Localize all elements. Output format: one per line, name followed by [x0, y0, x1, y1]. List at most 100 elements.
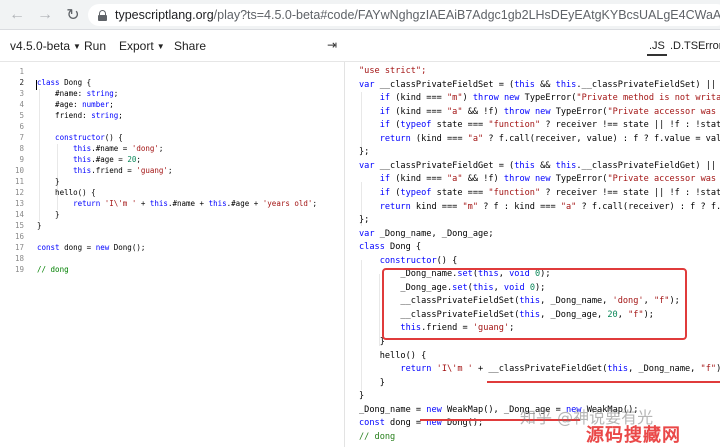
line-number: 17: [14, 243, 24, 252]
code-line: #name: string;: [37, 89, 118, 98]
code-token: throw: [472, 93, 499, 104]
code-token: TypeError(: [550, 106, 608, 117]
code-token: _Dong_name =: [359, 404, 427, 415]
code-token: _Dong_name, _Dong_age;: [374, 228, 494, 239]
run-button[interactable]: Run: [84, 39, 106, 53]
code-line: hello() {: [359, 351, 427, 361]
code-line: if (kind === "a" && !f) throw new TypeEr…: [359, 174, 720, 184]
line-number: 6: [19, 122, 24, 131]
export-label: Export: [119, 39, 154, 53]
code-token: +: [136, 199, 150, 208]
code-token: (: [390, 187, 401, 198]
code-token: __classPrivateFieldSet = (: [374, 79, 515, 90]
playground-toolbar: v4.5.0-beta ▼ Run Export ▼ Share ⇥ .JS .D.…: [0, 30, 720, 62]
code-token: if: [379, 106, 391, 117]
code-token: this: [149, 199, 168, 208]
tab-js[interactable]: .JS: [647, 40, 667, 56]
code-token: return: [400, 364, 432, 375]
code-token: // dong: [37, 265, 69, 274]
code-token: .#age =: [91, 155, 128, 164]
code-line: var _Dong_name, _Dong_age;: [359, 229, 494, 239]
code-token: ;: [136, 155, 141, 164]
code-line: hello() {: [37, 188, 96, 197]
code-token: ) + __classPrivateFieldGet(: [716, 364, 720, 374]
code-token: var: [359, 228, 375, 239]
line-number: 2: [19, 78, 24, 87]
code-line: }: [37, 177, 60, 186]
code-token: 'I\'m ': [104, 199, 137, 208]
code-line: // dong: [37, 265, 69, 274]
code-token: throw: [503, 174, 530, 185]
code-token: }: [359, 377, 385, 388]
code-token: var: [359, 79, 375, 90]
code-token: ;: [118, 111, 123, 120]
code-token: &&: [534, 160, 556, 171]
output-editor[interactable]: "use strict"; var __classPrivateFieldSet …: [346, 62, 720, 447]
code-token: ? f.call(receiver, value) : f ? f.value …: [488, 133, 720, 144]
code-token: class: [37, 78, 65, 87]
code-token: , _Dong_name,: [628, 364, 701, 375]
code-token: .#name +: [167, 199, 209, 208]
reload-icon[interactable]: ↻: [62, 4, 84, 26]
code-line: if (kind === "a" && !f) throw new TypeEr…: [359, 107, 720, 117]
line-number: 5: [19, 111, 24, 120]
code-token: return: [379, 201, 411, 212]
code-token: Dong {: [384, 242, 422, 253]
code-token: new: [503, 93, 520, 104]
code-token: TypeError(: [550, 174, 608, 185]
url-host: typescriptlang.org: [115, 8, 214, 22]
code-token: this: [73, 144, 92, 153]
code-line: };: [359, 147, 369, 157]
code-token: + __classPrivateFieldGet(: [472, 364, 608, 375]
line-number: 3: [19, 89, 24, 98]
code-token: return: [73, 199, 101, 208]
code-token: "a": [467, 133, 484, 144]
arrow-right-icon[interactable]: →: [34, 4, 56, 26]
code-line: };: [359, 215, 369, 225]
line-number: 18: [14, 254, 24, 263]
code-token: if: [379, 187, 391, 198]
code-line: return kind === "m" ? f : kind === "a" ?…: [359, 202, 720, 212]
address-bar[interactable]: typescriptlang.org/play?ts=4.5.0-beta#co…: [88, 4, 720, 26]
line-number: 10: [14, 166, 24, 175]
tab-errors[interactable]: Errors: [696, 40, 720, 52]
code-token: ;: [167, 166, 173, 175]
source-editor[interactable]: 1 2 3 4 5 6 7 8 9 10 11 12 13 14 15 16 17 18 19 class Dong …: [0, 62, 345, 447]
code-token: this: [208, 199, 227, 208]
code-token: "Private method is not writable": [576, 93, 720, 104]
code-token: new: [95, 243, 110, 252]
code-line: var __classPrivateFieldSet = (this && th…: [359, 80, 720, 90]
arrow-left-icon[interactable]: ←: [6, 4, 28, 26]
share-button[interactable]: Share: [174, 39, 206, 53]
code-token: __classPrivateFieldGet = (: [374, 160, 515, 171]
version-select[interactable]: v4.5.0-beta ▼: [10, 39, 81, 53]
export-menu[interactable]: Export ▼: [119, 39, 165, 53]
code-token: .#age +: [226, 199, 263, 208]
code-token: && !f): [462, 106, 504, 117]
code-line: }: [359, 337, 385, 347]
code-token: 'dong': [131, 144, 159, 153]
collapse-right-icon[interactable]: ⇥: [327, 38, 337, 52]
code-token: if: [379, 120, 391, 131]
code-token: constructor: [37, 133, 105, 142]
code-line: return 'I\'m ' + this.#name + this.#age …: [37, 199, 317, 208]
code-token: if: [379, 174, 391, 185]
code-token: }: [37, 221, 42, 230]
code-line: constructor() {: [359, 256, 458, 266]
code-token: new: [426, 404, 442, 415]
code-line: return 'I\'m ' + __classPrivateFieldGet(…: [359, 364, 720, 374]
code-line: "use strict";: [359, 66, 426, 76]
code-line: if (kind === "m") throw new TypeError("P…: [359, 93, 720, 103]
code-line: }: [359, 378, 385, 388]
code-token: .__classPrivateFieldSet) ||: [576, 79, 720, 90]
code-token: }: [37, 210, 60, 219]
code-token: .friend =: [91, 166, 137, 175]
